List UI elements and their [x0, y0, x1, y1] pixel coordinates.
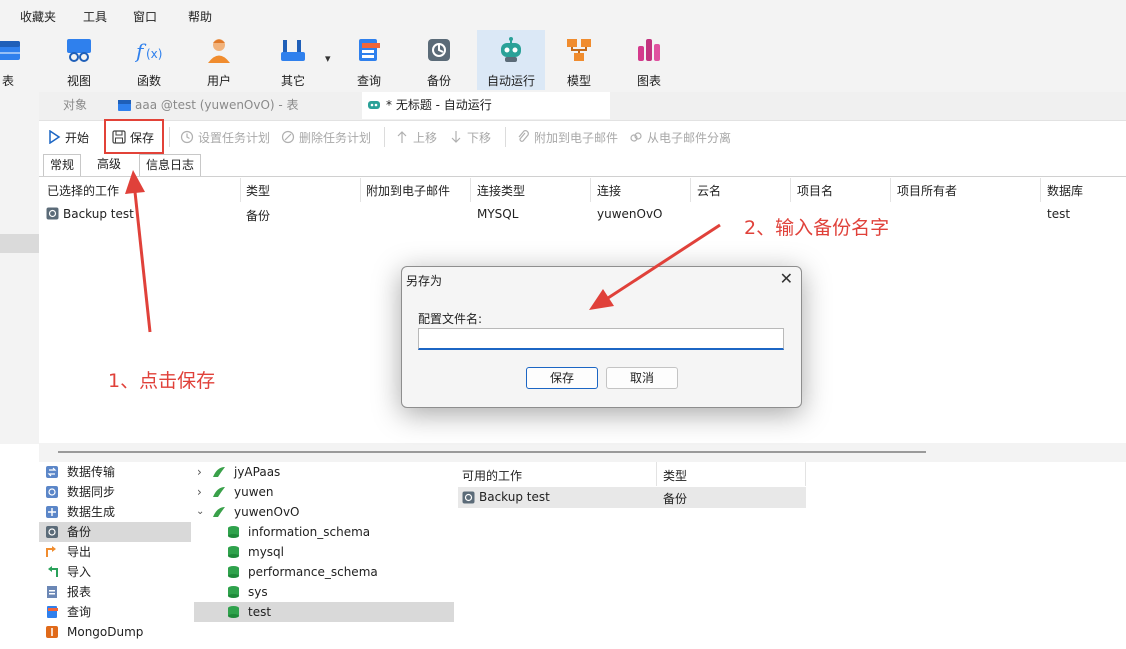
arrowhead-icon — [125, 170, 145, 194]
arrowhead-icon — [589, 289, 614, 310]
arrow-to-input — [607, 223, 721, 300]
annotation-step1: 1、点击保存 — [108, 370, 216, 392]
annotation-arrows — [125, 170, 721, 333]
annotation-step2: 2、输入备份名字 — [744, 217, 890, 239]
arrow-to-save-button — [133, 191, 152, 333]
